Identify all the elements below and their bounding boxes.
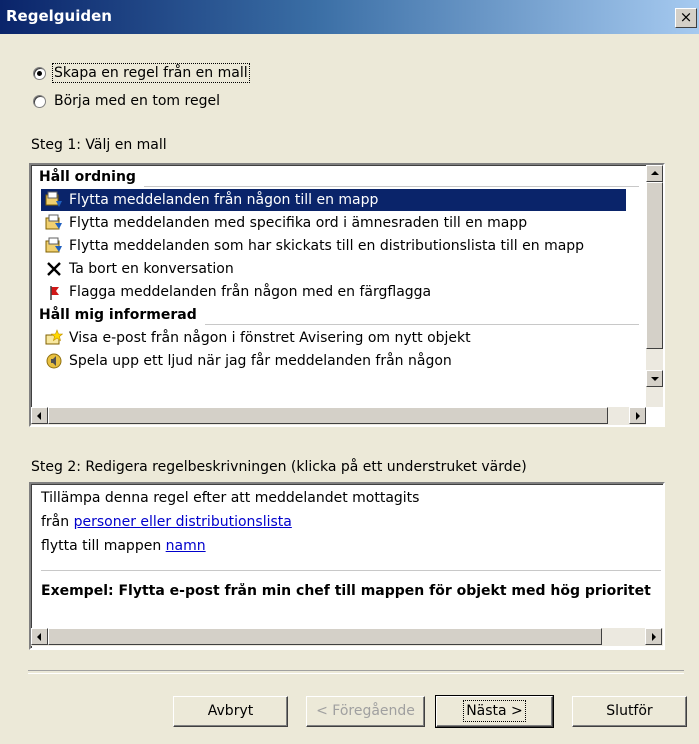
list-item-label: Flagga meddelanden från någon med en fär… xyxy=(69,284,432,300)
next-button-label: Nästa > xyxy=(463,700,526,722)
sound-icon xyxy=(45,352,63,370)
cancel-button[interactable]: Avbryt xyxy=(173,696,288,727)
window-title: Regelguiden xyxy=(6,7,112,25)
template-listbox[interactable]: Håll ordning Flytta meddelanden från någ… xyxy=(29,163,665,427)
group-header-label: Håll ordning xyxy=(39,169,136,185)
description-divider xyxy=(41,570,661,571)
scroll-up-button[interactable] xyxy=(646,165,663,182)
move-to-folder-icon xyxy=(45,191,63,209)
description-line-3: flytta till mappen namn xyxy=(41,538,206,554)
scroll-left-button[interactable] xyxy=(31,407,48,424)
people-or-list-link[interactable]: personer eller distributionslista xyxy=(74,514,292,530)
scroll-thumb[interactable] xyxy=(646,182,663,349)
list-item-label: Spela upp ett ljud när jag får meddeland… xyxy=(69,353,452,369)
group-header-organize: Håll ordning xyxy=(39,167,639,187)
list-item-flag-messages[interactable]: Flagga meddelanden från någon med en fär… xyxy=(41,281,431,303)
radio-label-blank: Börja med en tom regel xyxy=(54,93,220,109)
description-line-1: Tillämpa denna regel efter att meddeland… xyxy=(41,490,420,506)
template-list-vscrollbar[interactable] xyxy=(646,165,663,407)
radio-button-checked[interactable] xyxy=(33,66,46,80)
delete-x-icon xyxy=(45,260,63,278)
list-item-move-from-sender[interactable]: Flytta meddelanden från någon till en ma… xyxy=(41,189,626,211)
close-icon: × xyxy=(679,8,693,26)
list-item-move-distribution[interactable]: Flytta meddelanden som har skickats till… xyxy=(41,235,584,257)
new-item-alert-icon xyxy=(45,329,64,347)
description-line-2: från personer eller distributionslista xyxy=(41,514,292,530)
list-item-new-item-alert[interactable]: Visa e-post från någon i fönstret Aviser… xyxy=(41,327,471,349)
list-item-move-by-subject[interactable]: Flytta meddelanden med specifika ord i ä… xyxy=(41,212,527,234)
next-button[interactable]: Nästa > xyxy=(435,695,554,728)
radio-option-template[interactable]: Skapa en regel från en mall xyxy=(33,63,250,83)
group-header-label: Håll mig informerad xyxy=(39,307,197,323)
arrow-right-icon xyxy=(652,633,656,641)
finish-button[interactable]: Slutför xyxy=(572,696,687,727)
step2-label: Steg 2: Redigera regelbeskrivningen (kli… xyxy=(31,459,527,475)
template-list-hscrollbar[interactable] xyxy=(31,407,646,425)
scroll-right-button[interactable] xyxy=(629,407,646,424)
rule-description-box[interactable]: Tillämpa denna regel efter att meddeland… xyxy=(29,482,665,650)
radio-label-template: Skapa en regel från en mall xyxy=(52,63,250,83)
move-to-folder-icon xyxy=(45,214,63,232)
description-text: från xyxy=(41,514,74,530)
radio-option-blank[interactable]: Börja med en tom regel xyxy=(33,91,220,111)
red-flag-icon xyxy=(45,283,63,301)
scroll-right-button[interactable] xyxy=(645,628,662,645)
close-button[interactable]: × xyxy=(675,8,697,28)
scroll-down-button[interactable] xyxy=(646,370,663,387)
arrow-right-icon xyxy=(636,412,640,420)
list-item-play-sound[interactable]: Spela upp ett ljud när jag får meddeland… xyxy=(41,350,452,372)
list-item-delete-conversation[interactable]: Ta bort en konversation xyxy=(41,258,234,280)
folder-name-link[interactable]: namn xyxy=(166,538,206,554)
list-item-label: Ta bort en konversation xyxy=(69,261,234,277)
template-list-viewport: Håll ordning Flytta meddelanden från någ… xyxy=(31,165,643,405)
description-text: flytta till mappen xyxy=(41,538,166,554)
arrow-left-icon xyxy=(37,412,41,420)
arrow-down-icon xyxy=(651,377,659,381)
example-text: Exempel: Flytta e-post från min chef til… xyxy=(41,583,651,599)
scroll-thumb[interactable] xyxy=(48,628,602,645)
arrow-up-icon xyxy=(651,171,659,175)
back-button[interactable]: < Föregående xyxy=(306,696,425,727)
list-item-label: Flytta meddelanden som har skickats till… xyxy=(69,238,585,254)
scroll-thumb[interactable] xyxy=(48,407,608,424)
arrow-left-icon xyxy=(37,633,41,641)
group-header-informed: Håll mig informerad xyxy=(39,305,639,325)
description-hscrollbar[interactable] xyxy=(31,628,663,646)
radio-button-unchecked[interactable] xyxy=(33,94,46,108)
step1-label: Steg 1: Välj en mall xyxy=(31,137,167,153)
list-item-label: Flytta meddelanden med specifika ord i ä… xyxy=(69,215,528,231)
button-separator xyxy=(28,670,684,674)
scroll-left-button[interactable] xyxy=(31,628,48,645)
list-item-label: Flytta meddelanden från någon till en ma… xyxy=(69,192,379,208)
list-item-label: Visa e-post från någon i fönstret Aviser… xyxy=(69,330,471,346)
title-bar: Regelguiden × xyxy=(0,0,699,34)
move-to-folder-icon xyxy=(45,237,63,255)
